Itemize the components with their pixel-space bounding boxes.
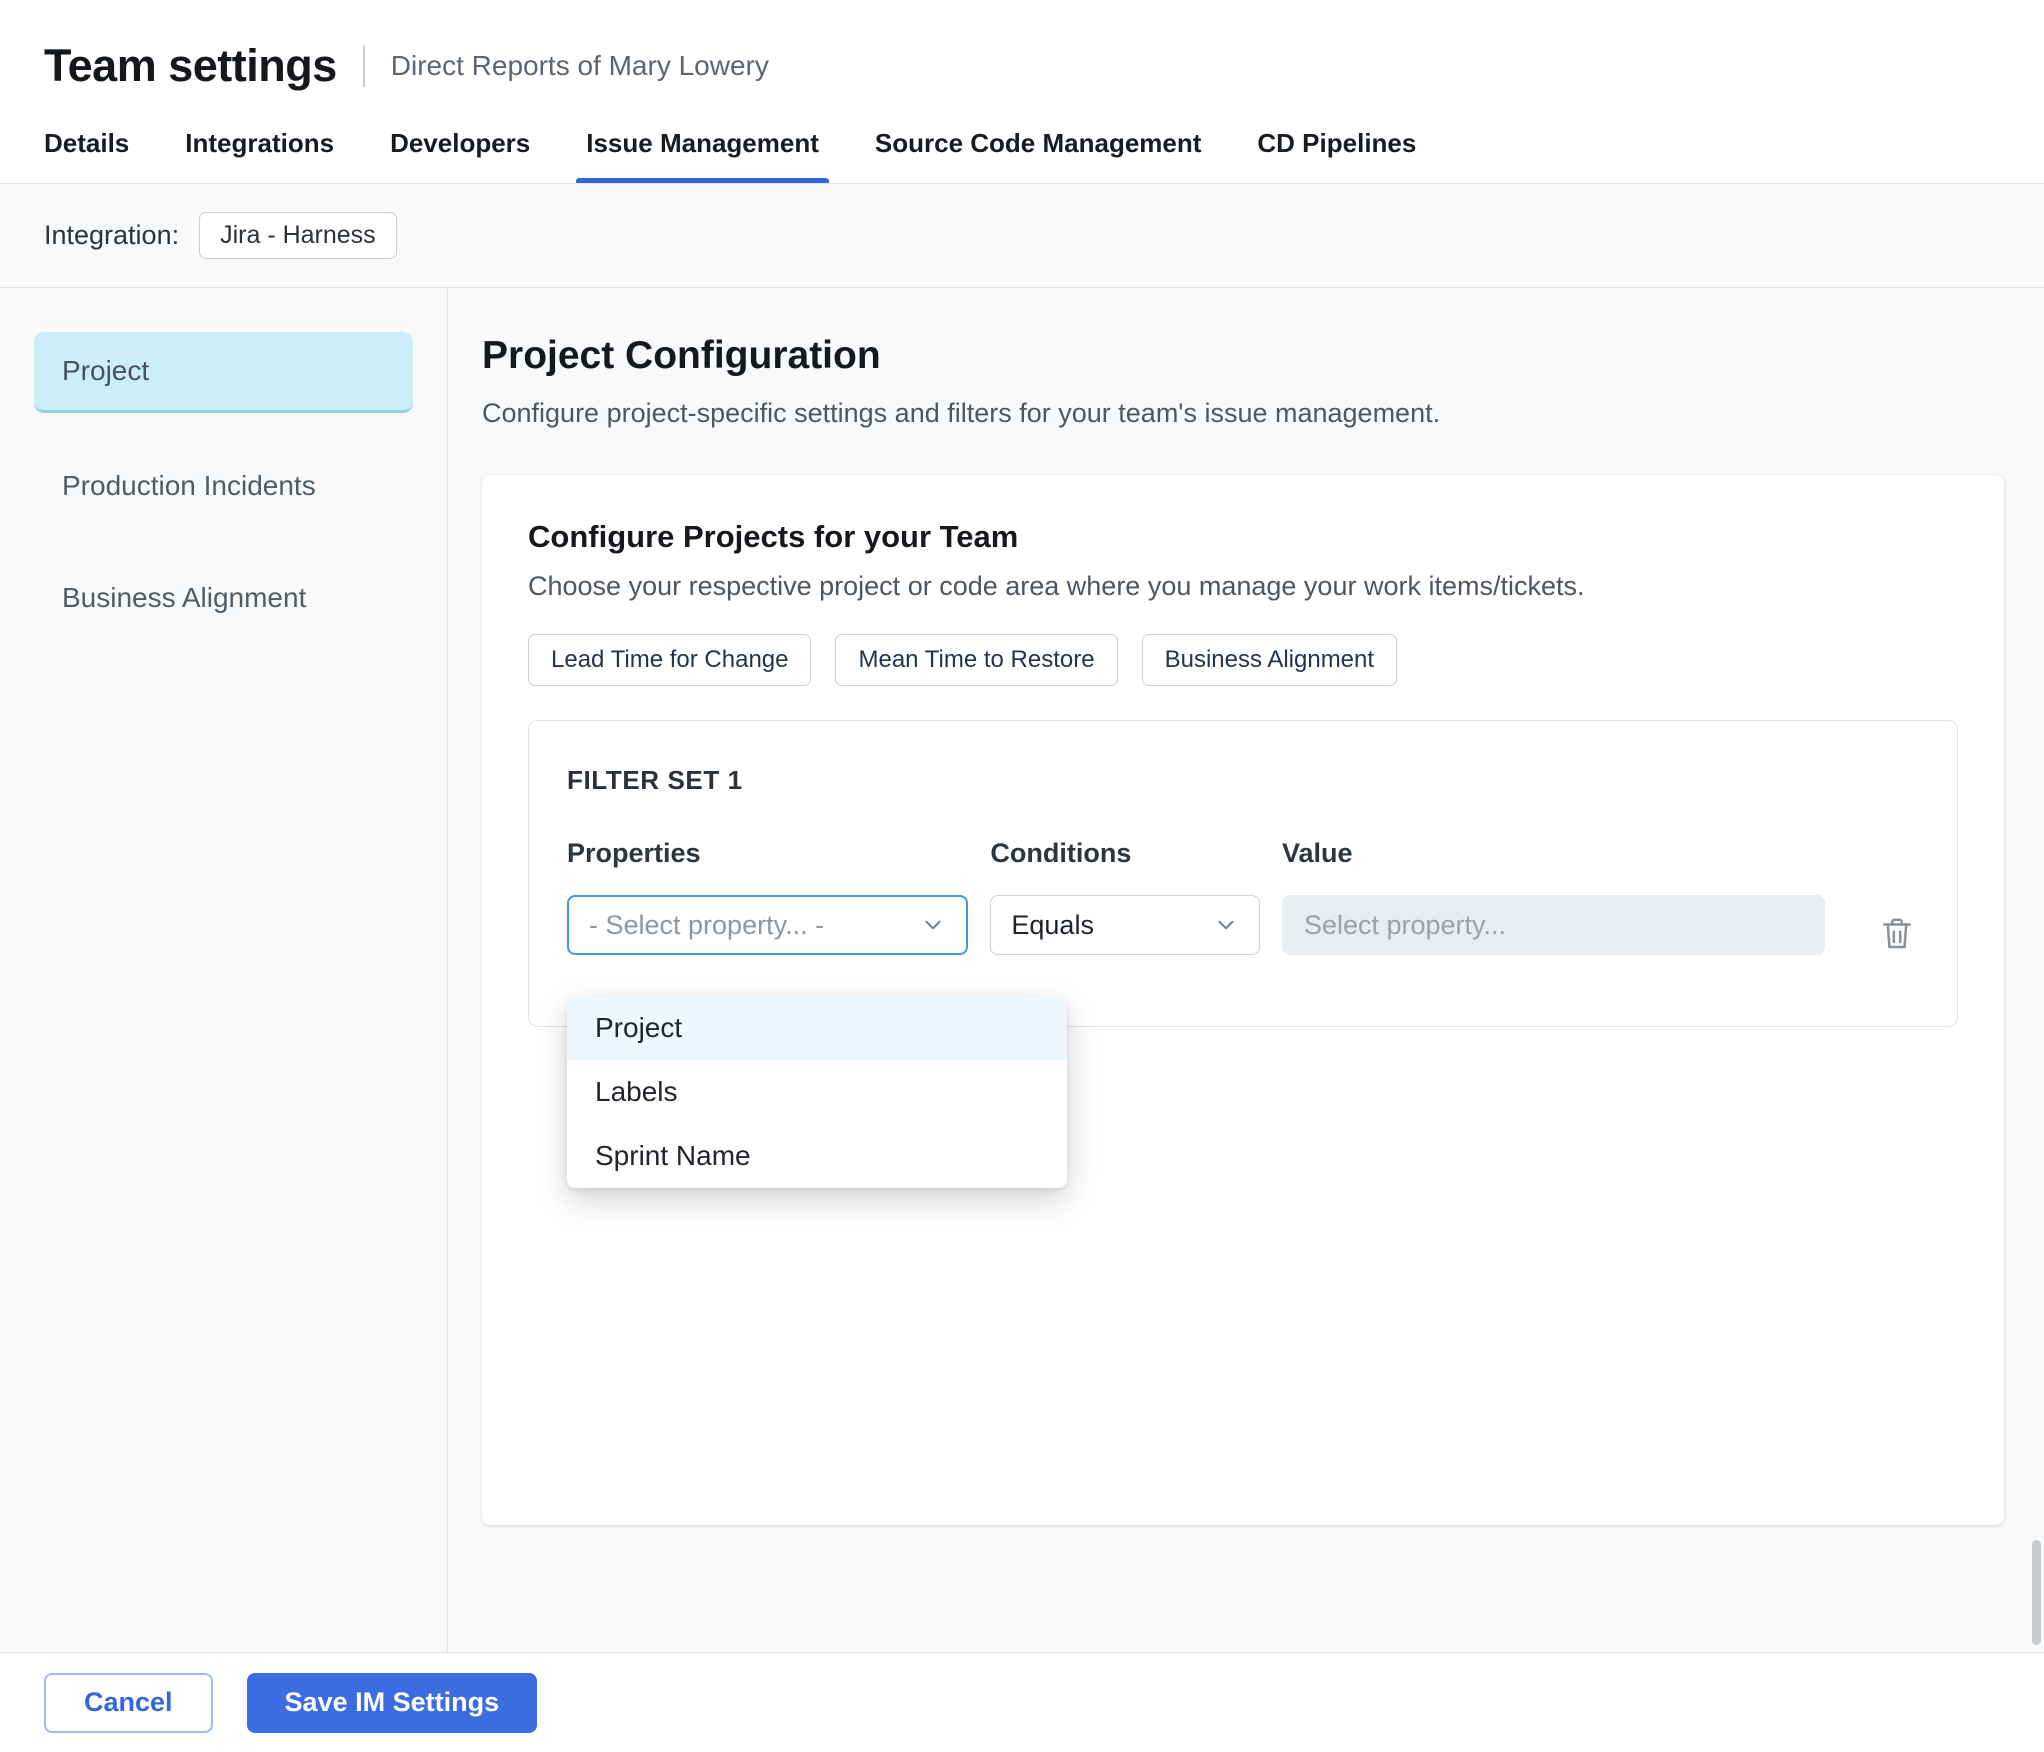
content-area: Project Production Incidents Business Al… <box>0 288 2044 1652</box>
integration-row: Integration: Jira - Harness <box>0 184 2044 288</box>
trash-column <box>1875 838 1919 956</box>
chip-mean-time-to-restore[interactable]: Mean Time to Restore <box>835 634 1118 686</box>
chip-lead-time-for-change[interactable]: Lead Time for Change <box>528 634 812 686</box>
tab-source-code-management[interactable]: Source Code Management <box>875 128 1202 183</box>
sidebar-item-project[interactable]: Project <box>34 332 413 413</box>
trash-icon <box>1883 918 1911 949</box>
page-title: Team settings <box>44 40 337 91</box>
save-im-settings-button[interactable]: Save IM Settings <box>246 1672 538 1733</box>
sidebar-item-business-alignment[interactable]: Business Alignment <box>34 559 413 637</box>
configure-projects-card: Configure Projects for your Team Choose … <box>482 475 2004 1525</box>
value-column-header: Value <box>1281 838 1353 868</box>
section-subtitle: Configure project-specific settings and … <box>482 398 1441 428</box>
card-subtitle: Choose your respective project or code a… <box>528 571 1585 601</box>
title-divider <box>362 45 365 87</box>
page-header: Team settings Direct Reports of Mary Low… <box>0 0 2044 98</box>
page-subtitle: Direct Reports of Mary Lowery <box>390 50 769 81</box>
properties-column: Properties - Select property... - Projec… <box>567 838 1067 1188</box>
dropdown-option-labels[interactable]: Labels <box>567 1060 1067 1124</box>
tab-developers[interactable]: Developers <box>390 128 530 183</box>
team-settings-page: Team settings Direct Reports of Mary Low… <box>0 0 2044 1752</box>
properties-column-header: Properties <box>567 838 701 868</box>
value-input[interactable] <box>1281 895 1825 955</box>
scrollbar-thumb[interactable] <box>2032 1540 2041 1645</box>
tab-integrations[interactable]: Integrations <box>185 128 334 183</box>
tab-cd-pipelines[interactable]: CD Pipelines <box>1257 128 1416 183</box>
sidebar-item-production-incidents[interactable]: Production Incidents <box>34 447 413 525</box>
dropdown-option-sprint-name[interactable]: Sprint Name <box>567 1124 1067 1188</box>
filter-set-title: FILTER SET 1 <box>567 765 743 795</box>
chevron-down-icon <box>925 920 941 930</box>
card-title: Configure Projects for your Team <box>528 519 1019 554</box>
conditions-column: Conditions Equals <box>990 838 1260 955</box>
filter-grid: Properties - Select property... - Projec… <box>567 838 1919 1188</box>
conditions-column-header: Conditions <box>990 838 1132 868</box>
property-select-placeholder: - Select property... - <box>589 909 825 940</box>
integration-label: Integration: <box>44 220 180 250</box>
chip-business-alignment[interactable]: Business Alignment <box>1141 634 1398 686</box>
value-column: Value <box>1281 838 1825 955</box>
chevron-down-icon <box>1218 920 1234 930</box>
cancel-button[interactable]: Cancel <box>44 1672 213 1733</box>
metric-chip-row: Lead Time for Change Mean Time to Restor… <box>528 634 1958 686</box>
main-content: Project Configuration Configure project-… <box>448 288 2044 1652</box>
condition-select[interactable]: Equals <box>990 895 1260 955</box>
section-title: Project Configuration <box>482 334 881 377</box>
tab-details[interactable]: Details <box>44 128 129 183</box>
integration-chip[interactable]: Jira - Harness <box>199 212 397 259</box>
delete-filter-button[interactable] <box>1875 912 1919 956</box>
filter-set-1: FILTER SET 1 Properties - Select propert… <box>528 720 1958 1188</box>
condition-select-value: Equals <box>1011 909 1094 940</box>
property-select[interactable]: - Select property... - <box>567 895 969 955</box>
property-dropdown-menu: Project Labels Sprint Name <box>567 996 1067 1188</box>
tab-issue-management[interactable]: Issue Management <box>576 128 829 183</box>
footer-action-bar: Cancel Save IM Settings <box>0 1652 2044 1752</box>
sidebar: Project Production Incidents Business Al… <box>0 288 447 1652</box>
dropdown-option-project[interactable]: Project <box>567 996 1067 1060</box>
tab-bar: Details Integrations Developers Issue Ma… <box>0 98 2044 184</box>
